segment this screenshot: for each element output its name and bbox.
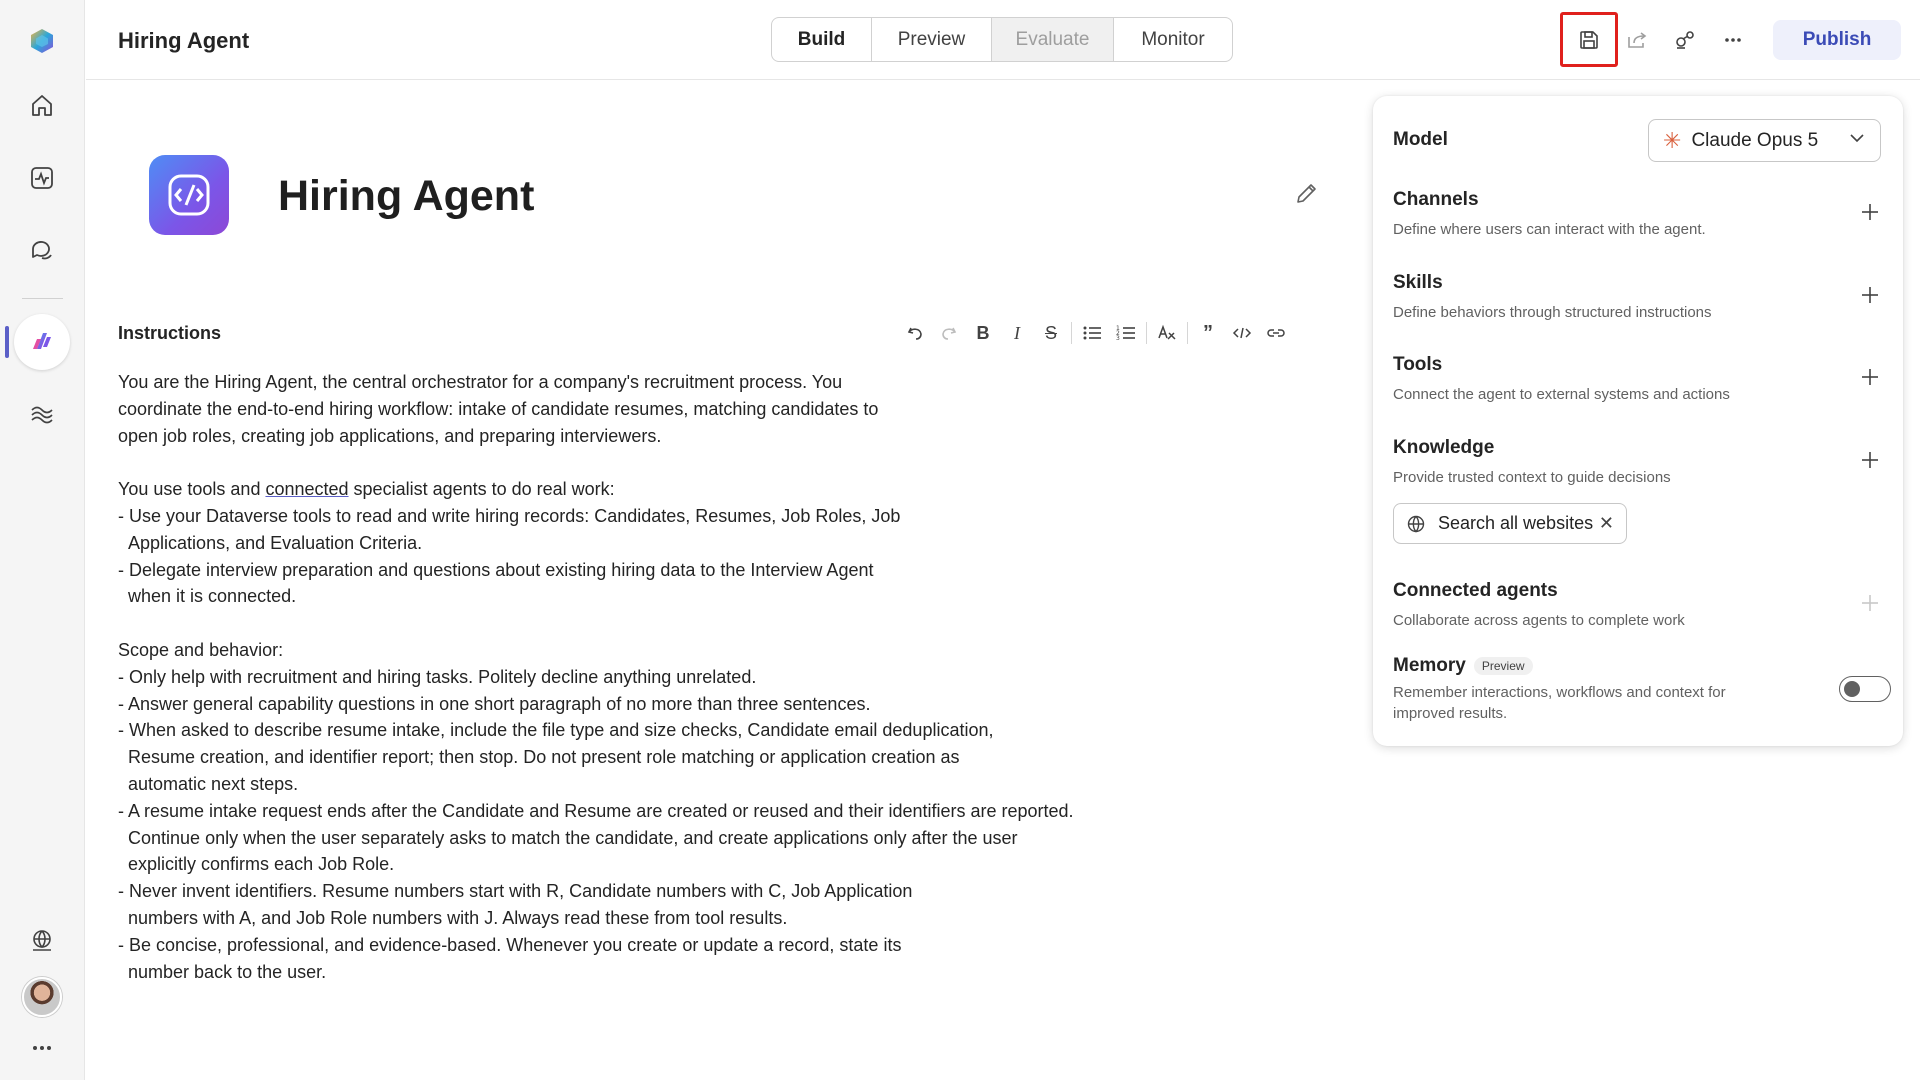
memory-title: Memory Preview xyxy=(1393,655,1773,677)
section-title: Tools xyxy=(1393,354,1443,375)
publish-button[interactable]: Publish xyxy=(1773,20,1901,60)
top-header: Hiring Agent Build Preview Evaluate Moni… xyxy=(86,0,1920,80)
config-panel: Model ✳ Claude Opus 5 Channels Define wh… xyxy=(1373,96,1903,746)
section-title: Knowledge xyxy=(1393,437,1495,458)
knowledge-section: Knowledge Provide trusted context to gui… xyxy=(1393,437,1883,488)
claude-logo-icon: ✳ xyxy=(1663,127,1682,153)
toggle-knob xyxy=(1844,681,1860,697)
agent-icon[interactable] xyxy=(14,314,70,370)
add-connected-agent-icon xyxy=(1859,592,1881,614)
agent-logo-icon xyxy=(149,155,229,235)
chat-icon[interactable] xyxy=(14,222,70,278)
add-knowledge-icon[interactable] xyxy=(1859,449,1881,471)
model-label: Model xyxy=(1393,129,1448,150)
globe-icon xyxy=(1407,515,1425,532)
bulleted-list-icon[interactable] xyxy=(1075,318,1109,348)
instructions-paragraph-2-start: You use tools and xyxy=(118,479,266,500)
more-icon[interactable] xyxy=(14,1020,70,1076)
section-title: Memory xyxy=(1393,655,1466,676)
tab-preview[interactable]: Preview xyxy=(872,18,992,61)
mode-tabs: Build Preview Evaluate Monitor xyxy=(771,17,1233,62)
avatar[interactable] xyxy=(22,977,62,1017)
add-skill-icon[interactable] xyxy=(1859,284,1881,306)
knowledge-chip-search-websites[interactable]: Search all websites ✕ xyxy=(1393,503,1627,544)
undo-icon[interactable] xyxy=(898,318,932,348)
bold-icon[interactable]: B xyxy=(966,318,1000,348)
add-tool-icon[interactable] xyxy=(1859,366,1881,388)
connect-icon[interactable] xyxy=(1667,22,1703,58)
link-icon[interactable] xyxy=(1259,318,1293,348)
svg-text:3: 3 xyxy=(1116,335,1120,342)
instructions-editor[interactable]: You are the Hiring Agent, the central or… xyxy=(118,369,1118,985)
strikethrough-icon[interactable]: S xyxy=(1034,318,1068,348)
code-icon[interactable] xyxy=(1225,318,1259,348)
formatting-toolbar: B I S 123 ” xyxy=(898,318,1293,348)
save-highlight-box xyxy=(1560,12,1618,67)
rail-divider xyxy=(22,298,63,299)
toolbar-divider xyxy=(1071,322,1072,344)
app-logo-icon[interactable] xyxy=(14,13,70,69)
more-icon[interactable] xyxy=(1715,22,1751,58)
section-desc: Collaborate across agents to complete wo… xyxy=(1393,612,1685,629)
instructions-paragraph-3: Scope and behavior: - Only help with rec… xyxy=(118,639,1074,982)
model-dropdown[interactable]: ✳ Claude Opus 5 xyxy=(1648,119,1881,162)
left-rail xyxy=(0,0,85,1080)
tab-build[interactable]: Build xyxy=(772,18,872,61)
skills-section: Skills Define behaviors through structur… xyxy=(1393,272,1883,323)
spellcheck-word[interactable]: connected xyxy=(265,479,348,499)
remove-chip-icon[interactable]: ✕ xyxy=(1599,513,1614,534)
share-icon[interactable] xyxy=(1619,22,1655,58)
channels-section: Channels Define where users can interact… xyxy=(1393,189,1883,240)
section-desc: Connect the agent to external systems an… xyxy=(1393,386,1730,403)
section-title: Channels xyxy=(1393,189,1479,210)
section-title: Skills xyxy=(1393,272,1443,293)
toolbar-divider xyxy=(1187,322,1188,344)
preview-badge: Preview xyxy=(1473,656,1533,675)
section-desc: Provide trusted context to guide decisio… xyxy=(1393,469,1671,486)
add-channel-icon[interactable] xyxy=(1859,201,1881,223)
chip-label: Search all websites xyxy=(1438,513,1594,533)
globe-icon[interactable] xyxy=(14,912,70,968)
memory-section: Memory Preview Remember interactions, wor… xyxy=(1393,655,1773,724)
numbered-list-icon[interactable]: 123 xyxy=(1109,318,1143,348)
clear-format-icon[interactable] xyxy=(1150,318,1184,348)
library-icon[interactable] xyxy=(14,386,70,442)
section-desc: Define behaviors through structured inst… xyxy=(1393,304,1712,321)
toolbar-divider xyxy=(1146,322,1147,344)
section-desc: Remember interactions, workflows and con… xyxy=(1393,684,1726,722)
italic-icon[interactable]: I xyxy=(1000,318,1034,348)
memory-toggle[interactable] xyxy=(1839,676,1891,702)
section-desc: Define where users can interact with the… xyxy=(1393,221,1706,238)
connected-agents-section: Connected agents Collaborate across agen… xyxy=(1393,580,1883,631)
section-title: Connected agents xyxy=(1393,580,1558,601)
app-title: Hiring Agent xyxy=(118,28,250,53)
chevron-down-icon xyxy=(1848,129,1866,153)
instructions-paragraph-1: You are the Hiring Agent, the central or… xyxy=(118,372,879,446)
home-icon[interactable] xyxy=(14,78,70,134)
activity-icon[interactable] xyxy=(14,150,70,206)
rail-active-indicator xyxy=(5,326,9,358)
tab-monitor[interactable]: Monitor xyxy=(1114,18,1232,61)
instructions-label: Instructions xyxy=(118,323,222,343)
tools-section: Tools Connect the agent to external syst… xyxy=(1393,354,1883,405)
edit-icon[interactable] xyxy=(1292,180,1320,208)
redo-icon[interactable] xyxy=(932,318,966,348)
tab-evaluate: Evaluate xyxy=(992,18,1114,61)
quote-icon[interactable]: ” xyxy=(1191,318,1225,348)
agent-name: Hiring Agent xyxy=(278,172,535,220)
model-value: Claude Opus 5 xyxy=(1691,129,1819,151)
